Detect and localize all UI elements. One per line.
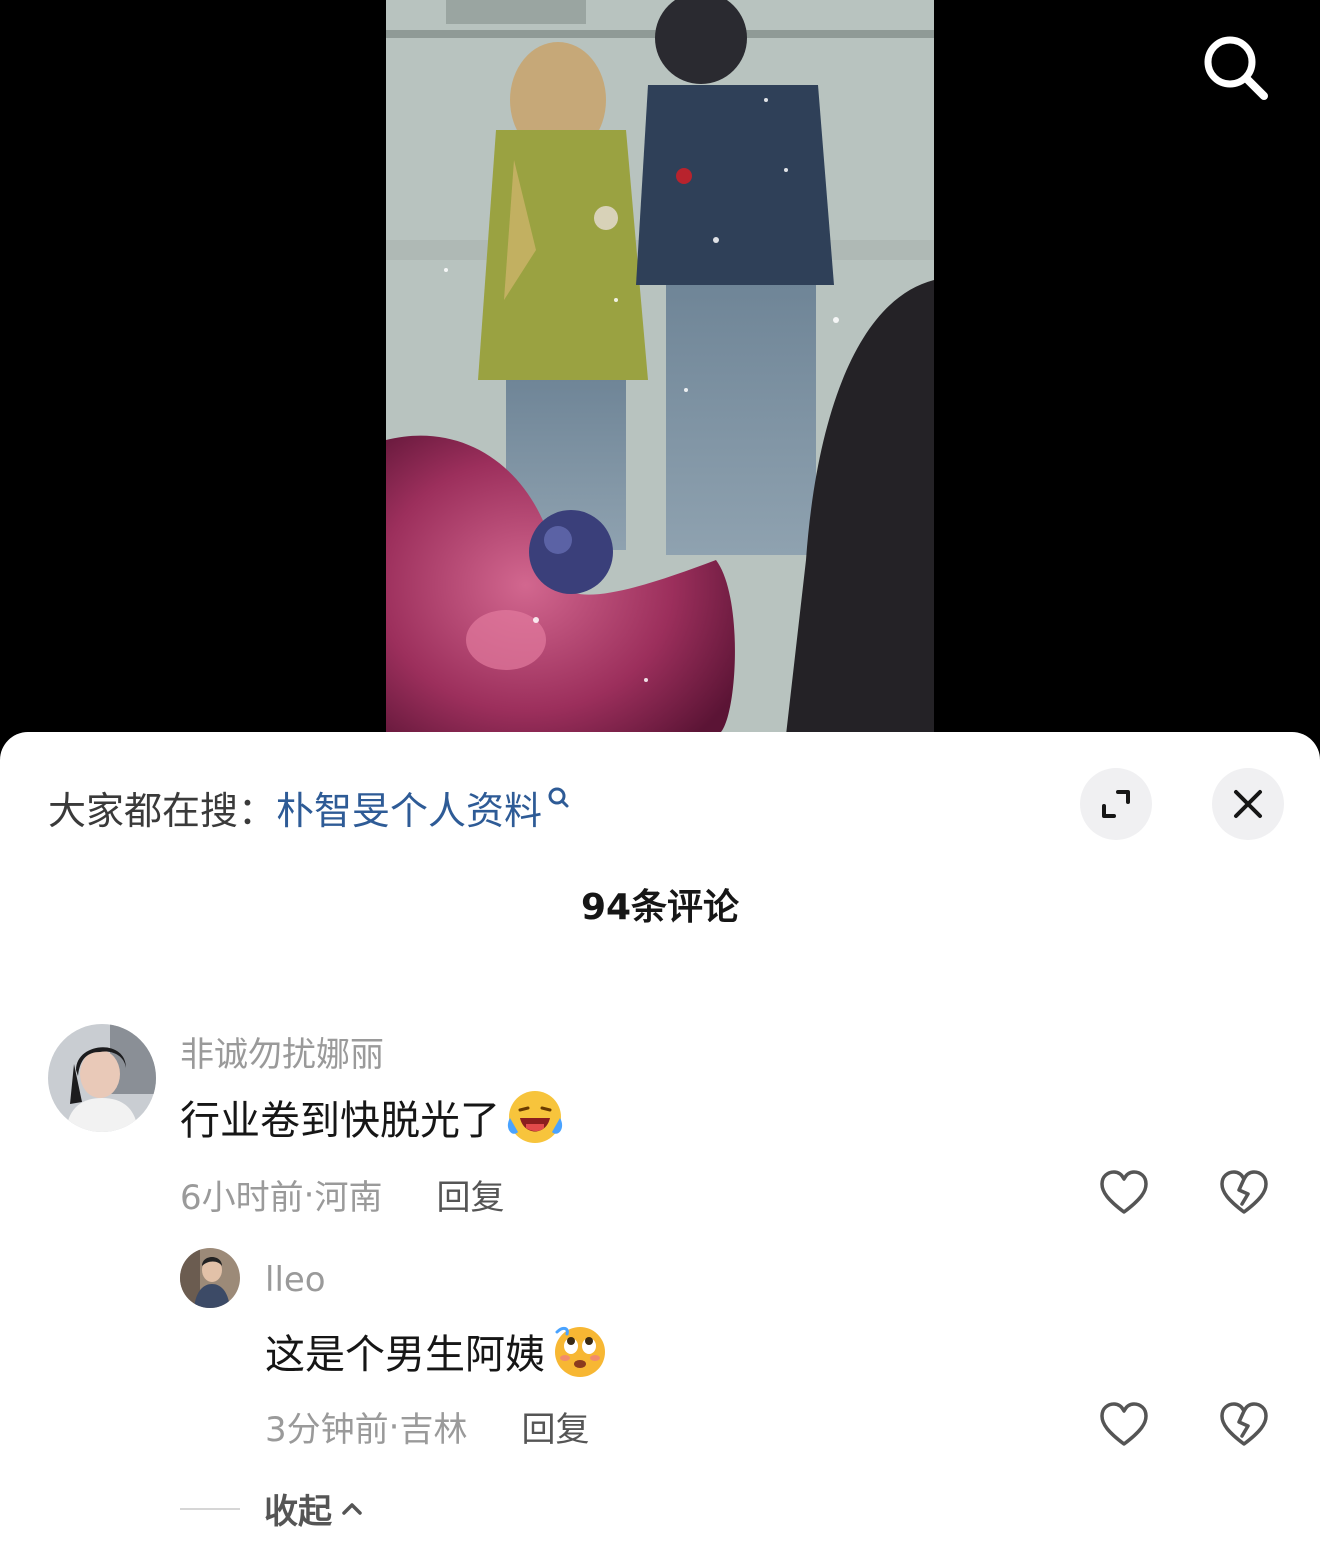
reply-button[interactable]: 回复 bbox=[436, 1170, 504, 1219]
dislike-broken-heart-icon[interactable] bbox=[1218, 1400, 1270, 1452]
small-search-icon bbox=[546, 780, 570, 810]
expand-button[interactable] bbox=[1080, 768, 1152, 840]
video-still-image bbox=[386, 0, 934, 735]
avatar[interactable] bbox=[180, 1248, 240, 1308]
comment-time: 6小时前 bbox=[180, 1178, 304, 1218]
video-player[interactable] bbox=[0, 0, 1320, 760]
search-icon[interactable] bbox=[1196, 28, 1276, 108]
expand-icon bbox=[1102, 790, 1130, 818]
close-button[interactable] bbox=[1212, 768, 1284, 840]
comment-text-content: 行业卷到快脱光了 bbox=[180, 1098, 500, 1144]
dislike-broken-heart-icon[interactable] bbox=[1218, 1168, 1270, 1220]
comment-count-title: 94条评论 bbox=[580, 887, 740, 928]
comment-text: 行业卷到快脱光了 bbox=[180, 1088, 564, 1146]
comment-location: 河南 bbox=[314, 1178, 383, 1218]
video-frame[interactable] bbox=[386, 0, 934, 735]
avatar[interactable] bbox=[48, 1024, 156, 1132]
meta-separator: · bbox=[388, 1406, 400, 1447]
reply-button[interactable]: 回复 bbox=[521, 1402, 589, 1451]
comment-meta: 6小时前 · 河南 回复 bbox=[180, 1170, 504, 1219]
chevron-up-icon bbox=[342, 1502, 362, 1515]
like-heart-icon[interactable] bbox=[1098, 1168, 1150, 1220]
reply-username[interactable]: lleo bbox=[265, 1260, 326, 1300]
close-icon bbox=[1234, 790, 1262, 818]
collapse-divider bbox=[180, 1507, 240, 1510]
comment-username[interactable]: 非诚勿扰娜丽 bbox=[180, 1027, 384, 1076]
meta-separator: · bbox=[303, 1174, 315, 1215]
laughing-crying-emoji-icon bbox=[506, 1088, 564, 1146]
hot-search-bar: 大家都在搜： 朴智旻个人资料 bbox=[48, 780, 570, 835]
eye-roll-emoji-icon bbox=[551, 1322, 609, 1380]
reply-location: 吉林 bbox=[399, 1410, 468, 1450]
reply-time: 3分钟前 bbox=[265, 1410, 389, 1450]
collapse-replies-button[interactable]: 收起 bbox=[180, 1484, 366, 1533]
hot-search-prefix: 大家都在搜： bbox=[48, 788, 277, 833]
collapse-label: 收起 bbox=[264, 1492, 332, 1532]
reply-meta: 3分钟前 · 吉林 回复 bbox=[265, 1402, 589, 1451]
reply-text: 这是个男生阿姨 bbox=[265, 1322, 609, 1380]
hot-search-link[interactable]: 朴智旻个人资料 bbox=[276, 780, 542, 835]
like-heart-icon[interactable] bbox=[1098, 1400, 1150, 1452]
comment-sheet: 大家都在搜： 朴智旻个人资料 94条评论 非诚勿扰娜丽 行业卷到快脱光了 6小时… bbox=[0, 732, 1320, 1562]
reply-text-content: 这是个男生阿姨 bbox=[265, 1332, 545, 1378]
